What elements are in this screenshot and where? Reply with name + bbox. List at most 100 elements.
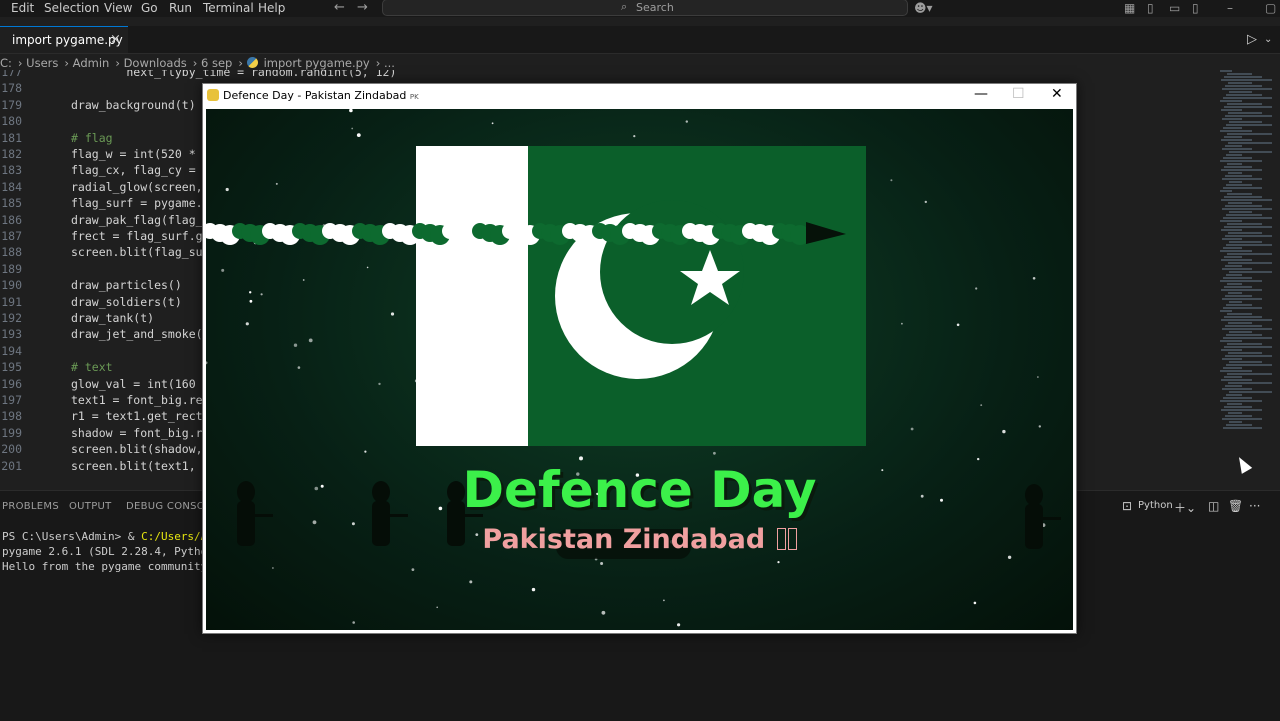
code-text: next_flyby_time = random.randint(5, 12) [71,70,397,79]
breadcrumb-file[interactable]: import pygame.py [264,56,370,70]
pygame-title-bar[interactable]: Defence Day - Pakistan Zindabad PK — ☐ ✕ [203,84,1076,109]
minimap-line [1220,100,1242,102]
breadcrumb-admin[interactable]: Admin [73,56,110,70]
star-particle [980,404,983,406]
star-particle [663,599,665,602]
line-number: 193 [1,327,22,342]
pygame-window-title: Defence Day - Pakistan Zindabad PK [223,89,419,102]
more-actions-icon[interactable]: ··· [1249,499,1260,513]
minimap-line [1223,277,1252,279]
maximize-icon[interactable]: ☐ [1012,86,1025,102]
minimap-line [1229,361,1262,363]
minimap-line [1226,394,1242,396]
breadcrumb-drive[interactable]: C: [0,56,12,70]
star-particle [297,366,301,369]
minimap-line [1228,112,1262,114]
minimap-line [1223,247,1242,249]
toggle-panel-icon[interactable]: ▭ [1169,1,1180,15]
minimap-line [1221,289,1262,291]
minimap-line [1224,376,1242,378]
menu-go[interactable]: Go [141,1,158,15]
pygame-window[interactable]: Defence Day - Pakistan Zindabad PK — ☐ ✕ [202,83,1077,634]
toggle-secondary-sidebar-icon[interactable]: ▯ [1192,1,1199,15]
minimap-line [1227,73,1252,75]
toggle-sidebar-icon[interactable]: ▯ [1147,1,1154,15]
menu-run[interactable]: Run [169,1,192,15]
line-number: 179 [1,97,22,112]
minimap-line [1226,304,1252,306]
line-number: 199 [1,425,22,440]
terminal-profile-label[interactable]: Python [1138,500,1173,511]
minimap-line [1220,220,1242,222]
minimap-line [1220,340,1242,342]
line-number: 181 [1,130,22,145]
minimap-line [1223,397,1252,399]
pygame-canvas[interactable]: Defence Day Pakistan Zindabad [206,109,1073,630]
minimap-line [1225,235,1272,237]
breadcrumb-symbol[interactable]: ... [384,56,395,70]
star-particle [378,382,381,386]
minimap-line [1225,385,1242,387]
minimap-line [1227,223,1262,225]
line-number: 185 [1,196,22,211]
tab-import-pygame[interactable]: import pygame.py × [0,26,128,53]
window-title-flag-text: PK [409,93,419,101]
minimap-line [1226,274,1242,276]
menu-help[interactable]: Help [258,1,285,15]
code-text: draw_soldiers(t) [71,294,182,309]
trash-icon[interactable]: 🗑 [1228,499,1243,513]
restore-icon[interactable]: ▢ [1265,1,1276,15]
command-center-search[interactable]: ⌕ Search [382,0,908,16]
minimize-icon[interactable]: – [1227,1,1233,15]
tab-output[interactable]: OUTPUT [69,501,112,512]
star-particle [221,268,225,272]
line-number: 180 [1,114,22,129]
forward-arrow-icon[interactable]: → [357,0,368,15]
breadcrumb-downloads[interactable]: Downloads [124,56,187,70]
minimap[interactable] [1218,70,1280,450]
back-arrow-icon[interactable]: ← [334,0,345,15]
copilot-icon[interactable]: ☻▾ [914,1,933,15]
menu-edit[interactable]: Edit [11,1,34,15]
run-icon[interactable]: ▷ [1247,32,1257,47]
code-text: r1 = text1.get_rect( [71,409,210,424]
minimize-icon[interactable]: — [974,86,988,102]
breadcrumb-users[interactable]: Users [26,56,58,70]
terminal-line-1: PS C:\Users\Admin> & C:/Users/Adm [2,530,221,543]
minimap-line [1227,373,1272,375]
chevron-down-icon[interactable]: ⌄ [1264,34,1272,45]
minimap-line [1224,286,1252,288]
minimap-line [1228,202,1252,204]
minimap-line [1221,79,1272,81]
minimap-line [1222,88,1272,90]
minimap-line [1227,103,1262,105]
star-particle [206,361,208,365]
star-particle [777,561,780,564]
subheading-pakistan-zindabad: Pakistan Zindabad [206,524,1073,555]
minimap-line [1222,118,1242,120]
close-icon[interactable]: ✕ [1051,86,1063,102]
search-label: Search [636,1,674,14]
code-text: screen.blit(shadow, [71,442,203,457]
line-number: 186 [1,212,22,227]
split-terminal-icon[interactable]: ◫ [1208,499,1219,513]
breadcrumb-folder[interactable]: 6 sep [201,56,232,70]
menu-view[interactable]: View [104,1,132,15]
star-particle [349,109,353,113]
minimap-line [1226,364,1272,366]
minimap-line [1229,271,1272,273]
subheading-text: Pakistan Zindabad [482,524,766,555]
layout-editor-icon[interactable]: ▦ [1124,1,1135,15]
menu-terminal[interactable]: Terminal [203,1,254,15]
minimap-line [1229,121,1262,123]
mouse-cursor [1233,454,1253,474]
pakistan-flag [416,146,866,446]
menu-selection[interactable]: Selection [44,1,99,15]
tab-problems[interactable]: PROBLEMS [2,501,59,512]
star-particle [910,427,914,431]
close-icon[interactable]: × [110,32,121,47]
minimap-line [1229,91,1252,93]
new-terminal-icon[interactable]: ＋⌄ [1174,499,1196,516]
code-text: # flag [71,130,113,145]
minimap-line [1223,427,1262,429]
